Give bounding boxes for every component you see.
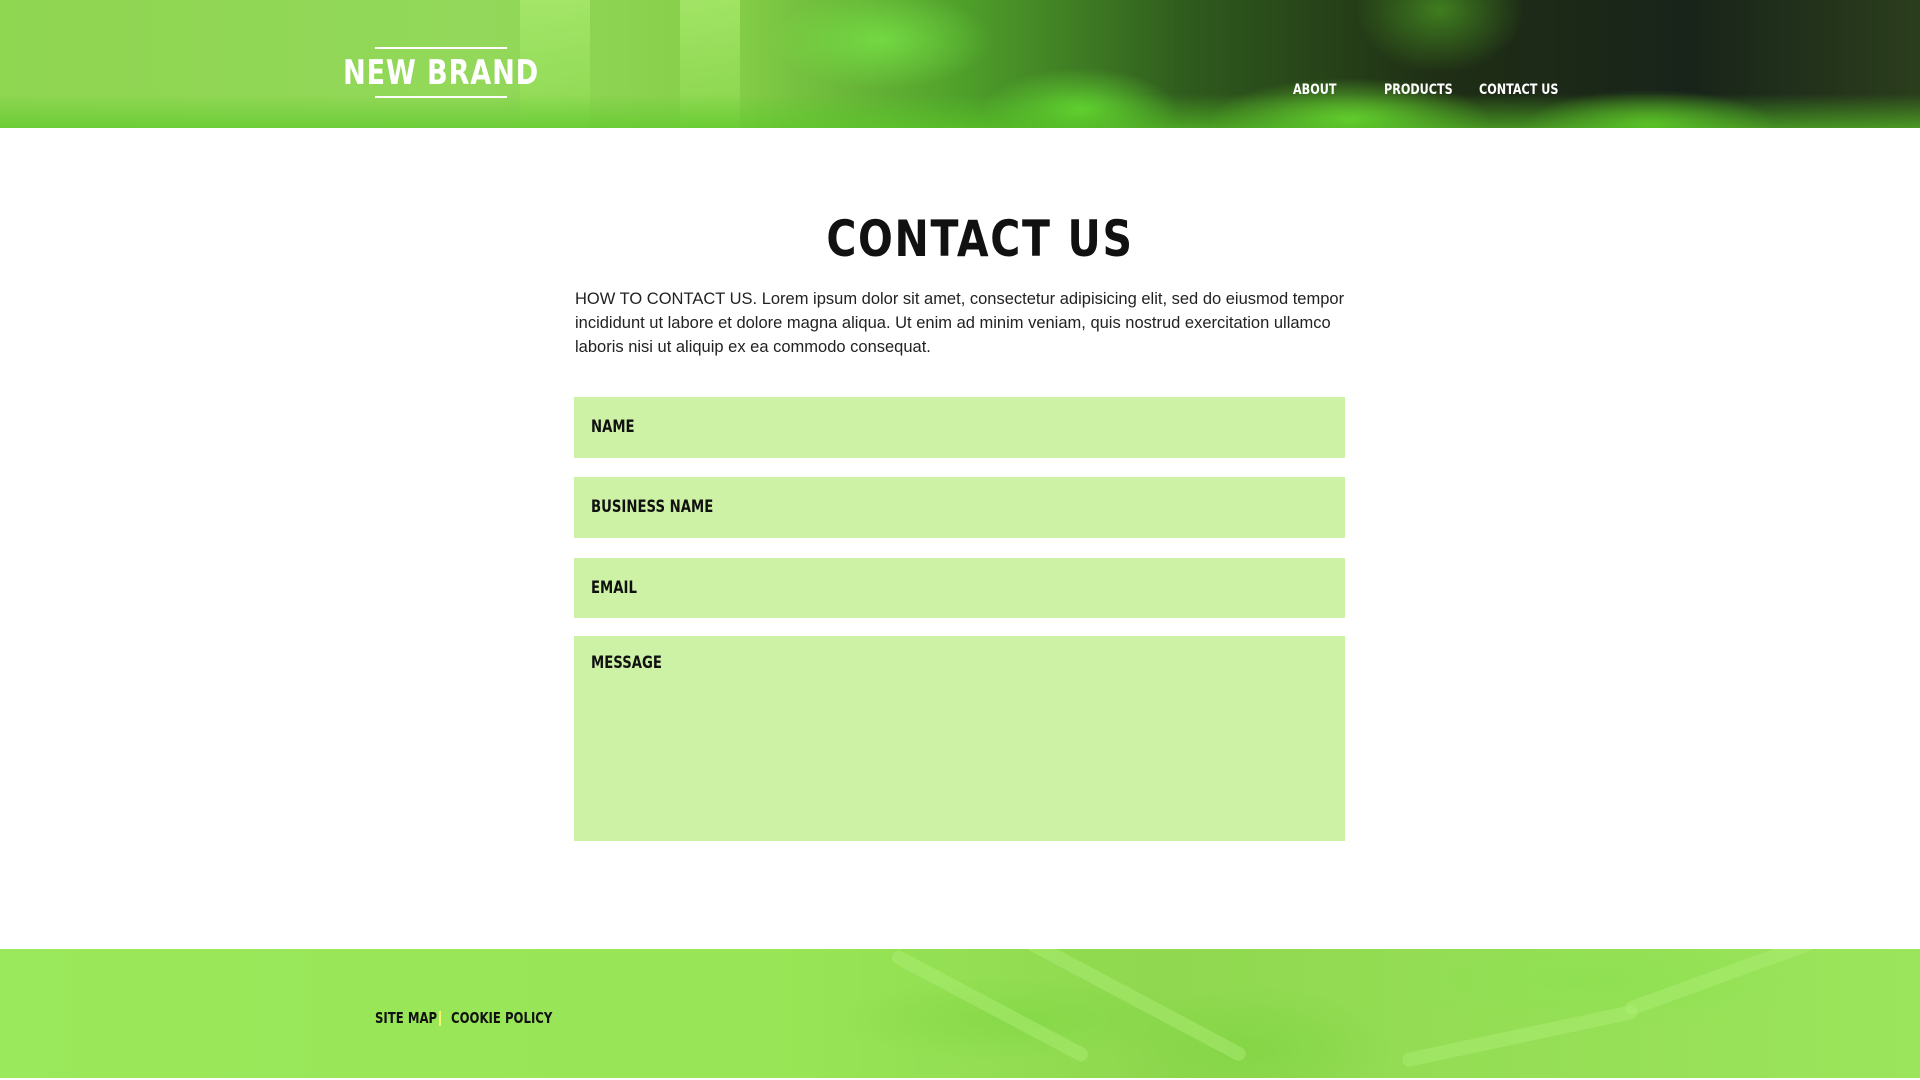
message-field[interactable]: MESSAGE (574, 636, 1345, 841)
intro-text: HOW TO CONTACT US. Lorem ipsum dolor sit… (575, 290, 1345, 356)
name-field-placeholder: NAME (591, 417, 635, 437)
email-field[interactable]: EMAIL (574, 558, 1345, 618)
footer-background-decoration (1011, 949, 1249, 1064)
brand-logo[interactable]: NEW BRAND (343, 47, 538, 98)
footer-link-site-map[interactable]: SITE MAP (375, 1009, 437, 1027)
page-title: CONTACT US (826, 210, 1134, 268)
footer-link-separator (439, 1011, 441, 1026)
nav-item-products[interactable]: PRODUCTS (1384, 82, 1453, 98)
name-field[interactable]: NAME (574, 397, 1345, 458)
footer-background-decoration (1623, 949, 1817, 1017)
nav-item-contact-us[interactable]: CONTACT US (1479, 82, 1558, 98)
nav-item-about[interactable]: ABOUT (1293, 82, 1336, 98)
email-field-placeholder: EMAIL (591, 578, 637, 598)
business-name-field[interactable]: BUSINESS NAME (574, 477, 1345, 538)
site-footer: SITE MAP COOKIE POLICY (0, 949, 1920, 1078)
footer-background-decoration (1401, 1004, 1639, 1068)
message-field-placeholder: MESSAGE (591, 653, 662, 673)
business-name-field-placeholder: BUSINESS NAME (591, 497, 714, 517)
footer-link-cookie-policy[interactable]: COOKIE POLICY (451, 1009, 552, 1027)
site-header: NEW BRAND ABOUT PRODUCTS CONTACT US (0, 0, 1920, 128)
header-background-decoration (0, 94, 1920, 128)
